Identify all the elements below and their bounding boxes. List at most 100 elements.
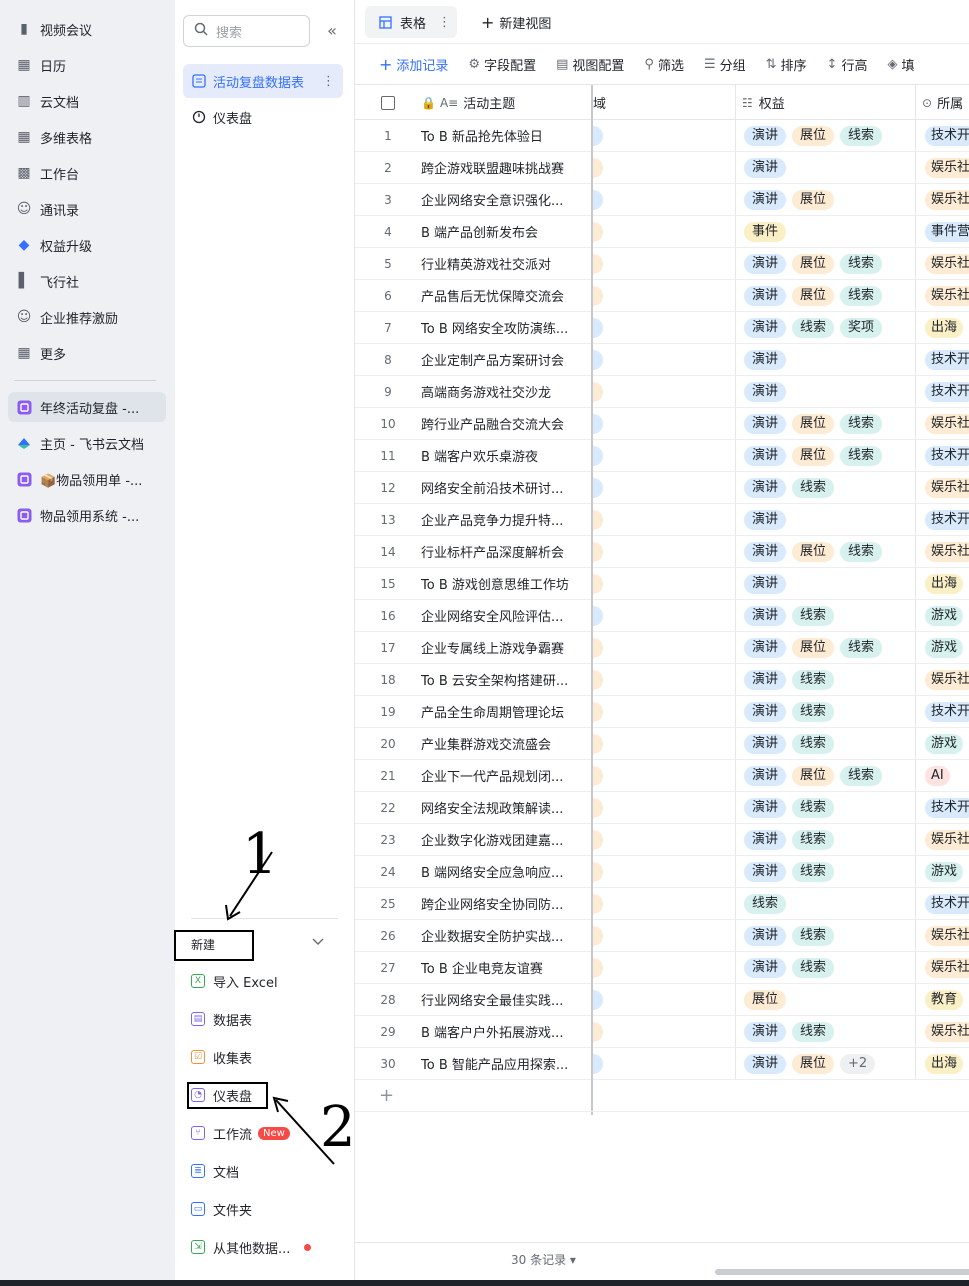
table-row[interactable]: 18 To B 云安全架构搭建研... 演讲 线索 娱乐社	[355, 664, 969, 696]
cell-activity-title[interactable]: 产品全生命周期管理论坛	[421, 696, 591, 727]
cell-domain[interactable]	[592, 824, 735, 855]
cell-rights[interactable]: 演讲 线索 奖项	[735, 312, 915, 343]
cell-activity-title[interactable]: 行业网络安全最佳实践...	[421, 984, 591, 1015]
cell-rights[interactable]: 演讲	[735, 344, 915, 375]
table-row[interactable]: 19 产品全生命周期管理论坛 演讲 线索 技术开	[355, 696, 969, 728]
cell-activity-title[interactable]: 产业集群游戏交流盛会	[421, 728, 591, 759]
cell-belong[interactable]: 娱乐社	[915, 536, 969, 567]
cell-domain[interactable]	[592, 984, 735, 1015]
cell-belong[interactable]: 事件营	[915, 216, 969, 247]
cell-belong[interactable]: 游戏	[915, 632, 969, 663]
more-vertical-icon[interactable]: ⋮	[322, 74, 335, 89]
cell-domain[interactable]	[592, 472, 735, 503]
cell-domain[interactable]	[592, 504, 735, 535]
new-document-item[interactable]: ≣ 文档	[191, 1159, 341, 1183]
cell-rights[interactable]: 演讲 展位 +2	[735, 1048, 915, 1079]
recent-doc-item[interactable]: 年终活动复盘 -...	[8, 392, 166, 422]
cell-belong[interactable]: 技术开	[915, 376, 969, 407]
cell-domain[interactable]	[592, 632, 735, 663]
cell-domain[interactable]	[592, 344, 735, 375]
cell-belong[interactable]: 出海	[915, 312, 969, 343]
cell-domain[interactable]	[592, 440, 735, 471]
table-row[interactable]: 5 行业精英游戏社交派对 演讲 展位 线索 娱乐社	[355, 248, 969, 280]
collapse-panel-icon[interactable]: «	[323, 22, 341, 40]
cell-belong[interactable]: 技术开	[915, 344, 969, 375]
nav-item-workplace[interactable]: ▩ 工作台	[8, 158, 166, 188]
more-vertical-icon[interactable]: ⋮	[438, 15, 451, 30]
cell-domain[interactable]	[592, 568, 735, 599]
cell-activity-title[interactable]: 行业精英游戏社交派对	[421, 248, 591, 279]
recent-doc-item[interactable]: 主页 - 飞书云文档	[8, 428, 166, 458]
table-row[interactable]: 24 B 端网络安全应急响应... 演讲 线索 游戏	[355, 856, 969, 888]
cell-belong[interactable]: 娱乐社	[915, 824, 969, 855]
cell-rights[interactable]: 线索	[735, 888, 915, 919]
cell-activity-title[interactable]: To B 智能产品应用探索...	[421, 1048, 591, 1079]
cell-activity-title[interactable]: To B 云安全架构搭建研...	[421, 664, 591, 695]
cell-belong[interactable]: 技术开	[915, 440, 969, 471]
frozen-column-divider[interactable]	[591, 85, 593, 1115]
cell-activity-title[interactable]: 网络安全法规政策解读...	[421, 792, 591, 823]
view-config-button[interactable]: ▤ 视图配置	[556, 55, 624, 74]
table-row[interactable]: 14 行业标杆产品深度解析会 演讲 展位 线索 娱乐社	[355, 536, 969, 568]
add-row-button[interactable]: +	[355, 1080, 969, 1112]
cell-rights[interactable]: 演讲 线索	[735, 728, 915, 759]
cell-belong[interactable]: 娱乐社	[915, 472, 969, 503]
cell-domain[interactable]	[592, 120, 735, 151]
column-header-domain[interactable]: 域	[592, 85, 735, 120]
horizontal-scrollbar[interactable]	[715, 1269, 969, 1275]
cell-belong[interactable]: 游戏	[915, 600, 969, 631]
column-header-title[interactable]: 🔒 A≡ 活动主题	[421, 85, 591, 120]
table-row[interactable]: 6 产品售后无忧保障交流会 演讲 展位 线索 娱乐社	[355, 280, 969, 312]
cell-domain[interactable]	[592, 696, 735, 727]
cell-activity-title[interactable]: To B 新品抢先体验日	[421, 120, 591, 151]
tab-table-view[interactable]: 表格 ⋮	[365, 6, 457, 38]
cell-domain[interactable]	[592, 728, 735, 759]
new-folder-item[interactable]: ▭ 文件夹	[191, 1197, 341, 1221]
table-row[interactable]: 12 网络安全前沿技术研讨... 演讲 线索 娱乐社	[355, 472, 969, 504]
cell-activity-title[interactable]: B 端客户欢乐桌游夜	[421, 440, 591, 471]
cell-activity-title[interactable]: 企业数据安全防护实战...	[421, 920, 591, 951]
table-row[interactable]: 22 网络安全法规政策解读... 演讲 线索 技术开	[355, 792, 969, 824]
table-item-activity-data[interactable]: 活动复盘数据表 ⋮	[183, 64, 343, 98]
cell-belong[interactable]: 游戏	[915, 856, 969, 887]
table-row[interactable]: 2 跨企游戏联盟趣味挑战赛 演讲 娱乐社	[355, 152, 969, 184]
cell-domain[interactable]	[592, 280, 735, 311]
cell-rights[interactable]: 演讲 展位 线索	[735, 536, 915, 567]
cell-activity-title[interactable]: 企业下一代产品规划闭...	[421, 760, 591, 791]
table-row[interactable]: 30 To B 智能产品应用探索... 演讲 展位 +2 出海	[355, 1048, 969, 1080]
cell-domain[interactable]	[592, 248, 735, 279]
cell-activity-title[interactable]: 企业网络安全风险评估...	[421, 600, 591, 631]
cell-domain[interactable]	[592, 1048, 735, 1079]
field-config-button[interactable]: ⚙ 字段配置	[468, 55, 536, 74]
cell-activity-title[interactable]: To B 游戏创意思维工作坊	[421, 568, 591, 599]
cell-belong[interactable]: 出海	[915, 1048, 969, 1079]
cell-belong[interactable]: 娱乐社	[915, 664, 969, 695]
recent-doc-item[interactable]: 📦物品领用单 -...	[8, 464, 166, 494]
cell-rights[interactable]: 演讲 展位 线索	[735, 440, 915, 471]
cell-belong[interactable]: 娱乐社	[915, 952, 969, 983]
cell-activity-title[interactable]: B 端网络安全应急响应...	[421, 856, 591, 887]
dashboard-item[interactable]: 仪表盘	[183, 100, 343, 134]
cell-domain[interactable]	[592, 1016, 735, 1047]
cell-domain[interactable]	[592, 312, 735, 343]
cell-rights[interactable]: 演讲 展位 线索	[735, 248, 915, 279]
cell-activity-title[interactable]: B 端产品创新发布会	[421, 216, 591, 247]
cell-rights[interactable]: 演讲 展位 线索	[735, 120, 915, 151]
sort-button[interactable]: ⇅ 排序	[766, 55, 807, 74]
cell-rights[interactable]: 演讲 展位 线索	[735, 760, 915, 791]
nav-item-more-apps[interactable]: ▦ 更多	[8, 338, 166, 368]
table-row[interactable]: 3 企业网络安全意识强化... 演讲 展位 娱乐社	[355, 184, 969, 216]
cell-belong[interactable]: 娱乐社	[915, 184, 969, 215]
cell-rights[interactable]: 演讲 线索	[735, 952, 915, 983]
search-input[interactable]: 搜索	[183, 15, 310, 47]
chevron-down-icon[interactable]	[311, 934, 327, 950]
cell-rights[interactable]: 演讲	[735, 152, 915, 183]
record-count[interactable]: 30 条记录 ▾	[511, 1251, 576, 1268]
cell-domain[interactable]	[592, 152, 735, 183]
cell-activity-title[interactable]: 企业专属线上游戏争霸赛	[421, 632, 591, 663]
cell-belong[interactable]: 娱乐社	[915, 1016, 969, 1047]
cell-domain[interactable]	[592, 536, 735, 567]
add-record-button[interactable]: + 添加记录	[379, 55, 448, 74]
cell-rights[interactable]: 演讲 展位 线索	[735, 408, 915, 439]
cell-domain[interactable]	[592, 952, 735, 983]
